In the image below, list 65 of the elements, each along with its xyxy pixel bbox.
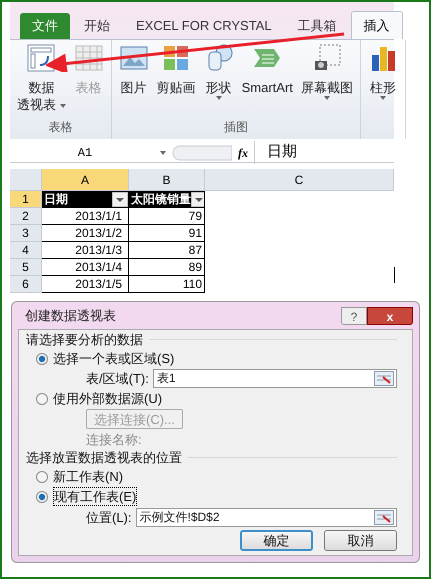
table-cell: 2013/1/3 xyxy=(42,242,129,259)
group-label: 表格 xyxy=(47,119,74,136)
row-header[interactable]: 6 xyxy=(10,276,42,293)
radio-label[interactable]: 使用外部数据源(U) xyxy=(53,390,162,407)
ribbon-tab[interactable]: 开始 xyxy=(72,13,122,39)
column-header[interactable]: B xyxy=(129,169,205,190)
range-field[interactable]: 示例文件!$D$2 xyxy=(136,508,397,527)
close-button[interactable]: x xyxy=(367,306,413,324)
caret-icon xyxy=(324,96,330,100)
table-cell: 79 xyxy=(129,208,205,225)
radio-label[interactable]: 现有工作表(E) xyxy=(53,487,138,506)
caret-icon xyxy=(380,96,386,100)
function-button[interactable]: fx xyxy=(232,144,254,162)
pivot-table-icon xyxy=(26,43,56,73)
range-field[interactable]: 表1 xyxy=(152,369,397,388)
dialog-title: 创建数据透视表 xyxy=(24,306,117,325)
radio-label[interactable]: 新工作表(N) xyxy=(53,468,124,485)
name-box[interactable]: A1 xyxy=(10,144,160,162)
table-cell: 日期 xyxy=(42,191,129,208)
caret-icon xyxy=(160,150,166,154)
row-header[interactable]: 4 xyxy=(10,242,42,259)
table-cell: 2013/1/2 xyxy=(42,225,129,242)
field-label: 位置(L): xyxy=(86,509,132,526)
caret-icon xyxy=(216,96,222,100)
caret-icon xyxy=(60,104,66,108)
dialog-button[interactable]: 确定 xyxy=(240,530,313,551)
table-cell: 2013/1/1 xyxy=(42,208,129,225)
help-button[interactable]: ? xyxy=(341,306,367,324)
text-cursor xyxy=(394,267,395,283)
column-header[interactable]: C xyxy=(205,169,394,190)
radio-button[interactable] xyxy=(36,392,48,404)
table-cell: 太阳镜销量 xyxy=(129,191,205,208)
radio-button[interactable] xyxy=(36,352,48,364)
table-cell: 87 xyxy=(129,242,205,259)
section-heading: 选择放置数据透视表的位置 xyxy=(26,449,182,466)
table-cell: 2013/1/5 xyxy=(42,276,129,293)
range-picker-icon[interactable] xyxy=(374,510,394,525)
table-cell: 91 xyxy=(129,225,205,242)
radio-button[interactable] xyxy=(36,490,48,502)
ribbon-tab[interactable]: 文件 xyxy=(20,13,70,39)
row-header[interactable]: 2 xyxy=(10,208,42,225)
table-cell: 89 xyxy=(129,259,205,276)
ribbon-tab[interactable]: EXCEL FOR CRYSTAL xyxy=(124,13,284,39)
filter-dropdown-icon[interactable] xyxy=(112,192,128,206)
ribbon-tab[interactable]: 插入 xyxy=(350,11,403,39)
formula-field[interactable]: 日期 xyxy=(254,141,394,164)
row-header[interactable]: 3 xyxy=(10,225,42,242)
range-picker-icon[interactable] xyxy=(374,371,394,386)
radio-label[interactable]: 选择一个表或区域(S) xyxy=(53,350,174,367)
radio-button[interactable] xyxy=(36,470,48,482)
row-header[interactable]: 1 xyxy=(10,191,42,208)
field-label: 表/区域(T): xyxy=(86,370,149,387)
ribbon-button[interactable]: SmartArt xyxy=(238,43,296,118)
ribbon-button[interactable]: 屏幕截图 xyxy=(298,43,356,118)
table-cell: 2013/1/4 xyxy=(42,259,129,276)
dialog-button[interactable]: 取消 xyxy=(324,530,397,551)
column-header[interactable]: A xyxy=(42,169,129,190)
section-heading: 请选择要分析的数据 xyxy=(26,331,143,348)
ribbon-tab[interactable]: 工具箱 xyxy=(286,13,349,39)
ribbon-button[interactable]: 柱形 xyxy=(364,43,401,139)
group-label: 插图 xyxy=(222,119,249,136)
filter-dropdown-icon[interactable] xyxy=(191,192,204,206)
row-header[interactable]: 5 xyxy=(10,259,42,276)
connection-name-label: 连接名称: xyxy=(85,431,143,448)
table-cell: 110 xyxy=(129,276,205,293)
